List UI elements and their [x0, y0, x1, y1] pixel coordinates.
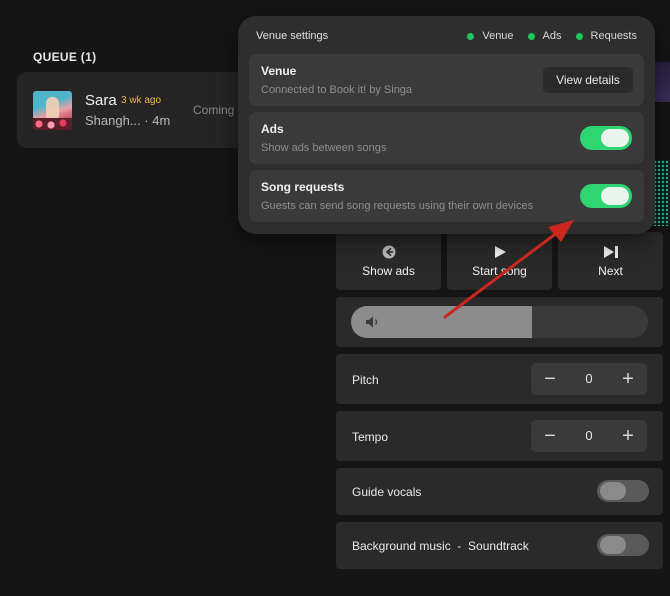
status-dot-icon: [575, 32, 583, 40]
song-requests-row: Song requests Guests can send song reque…: [249, 170, 644, 222]
venue-settings-popover: Venue settings Venue Ads Requests Venue …: [238, 16, 655, 234]
song-requests-title: Song requests: [261, 180, 345, 194]
start-song-button[interactable]: Start song: [447, 232, 552, 290]
guide-vocals-row: Guide vocals: [336, 468, 663, 515]
tempo-label: Tempo: [352, 430, 389, 444]
song-requests-toggle[interactable]: [580, 184, 632, 208]
tempo-increase-button[interactable]: +: [616, 424, 640, 448]
next-label: Next: [598, 264, 623, 278]
visualizer-edge: [653, 160, 670, 226]
start-song-label: Start song: [472, 264, 527, 278]
background-music-row: Background music - Soundtrack: [336, 522, 663, 569]
guide-vocals-toggle[interactable]: [597, 480, 649, 502]
queued-time-ago: 3 wk ago: [121, 95, 162, 106]
queue-item[interactable]: Sara 3 wk ago Shangh... · 4m Coming: [17, 72, 257, 148]
guide-vocals-label: Guide vocals: [352, 485, 422, 499]
status-indicators: Venue Ads Requests: [467, 30, 637, 42]
song-cover-image: [33, 91, 72, 130]
song-requests-description: Guests can send song requests using thei…: [261, 200, 534, 212]
volume-slider[interactable]: [351, 306, 648, 338]
singer-name: Sara: [85, 92, 117, 109]
pitch-increase-button[interactable]: +: [616, 367, 640, 391]
song-title-duration: Shangh... · 4m: [85, 113, 171, 128]
next-button[interactable]: Next: [558, 232, 663, 290]
app-stage: QUEUE (1) Sara 3 wk ago Shangh... · 4m C…: [0, 0, 670, 596]
queue-status: Coming: [193, 103, 235, 117]
indicator-requests: Requests: [575, 30, 637, 42]
ads-row: Ads Show ads between songs: [249, 112, 644, 164]
indicator-venue: Venue: [467, 30, 514, 42]
skip-next-icon: [603, 244, 619, 260]
indicator-ads: Ads: [527, 30, 562, 42]
pitch-stepper: − 0 +: [531, 363, 647, 395]
speaker-icon: [365, 315, 381, 334]
pitch-label: Pitch: [352, 373, 379, 387]
venue-title: Venue: [261, 64, 297, 78]
status-dot-icon: [527, 32, 535, 40]
show-ads-button[interactable]: Show ads: [336, 232, 441, 290]
status-dot-icon: [467, 32, 475, 40]
venue-description: Connected to Book it! by Singa: [261, 84, 413, 96]
show-ads-label: Show ads: [362, 264, 415, 278]
tempo-stepper: − 0 +: [531, 420, 647, 452]
background-music-toggle[interactable]: [597, 534, 649, 556]
view-details-button[interactable]: View details: [543, 67, 633, 93]
pitch-row: Pitch − 0 +: [336, 354, 663, 404]
arrow-left-circle-icon: [382, 244, 396, 260]
queue-title: QUEUE (1): [33, 50, 97, 64]
ads-toggle[interactable]: [580, 126, 632, 150]
venue-row: Venue Connected to Book it! by Singa Vie…: [249, 54, 644, 106]
background-music-label: Background music - Soundtrack: [352, 539, 529, 553]
volume-card: [336, 297, 663, 347]
venue-settings-title: Venue settings: [256, 30, 329, 42]
play-icon: [493, 244, 507, 260]
now-playing-art-edge: [653, 62, 670, 102]
ads-description: Show ads between songs: [261, 142, 387, 154]
tempo-row: Tempo − 0 +: [336, 411, 663, 461]
ads-title: Ads: [261, 122, 284, 136]
